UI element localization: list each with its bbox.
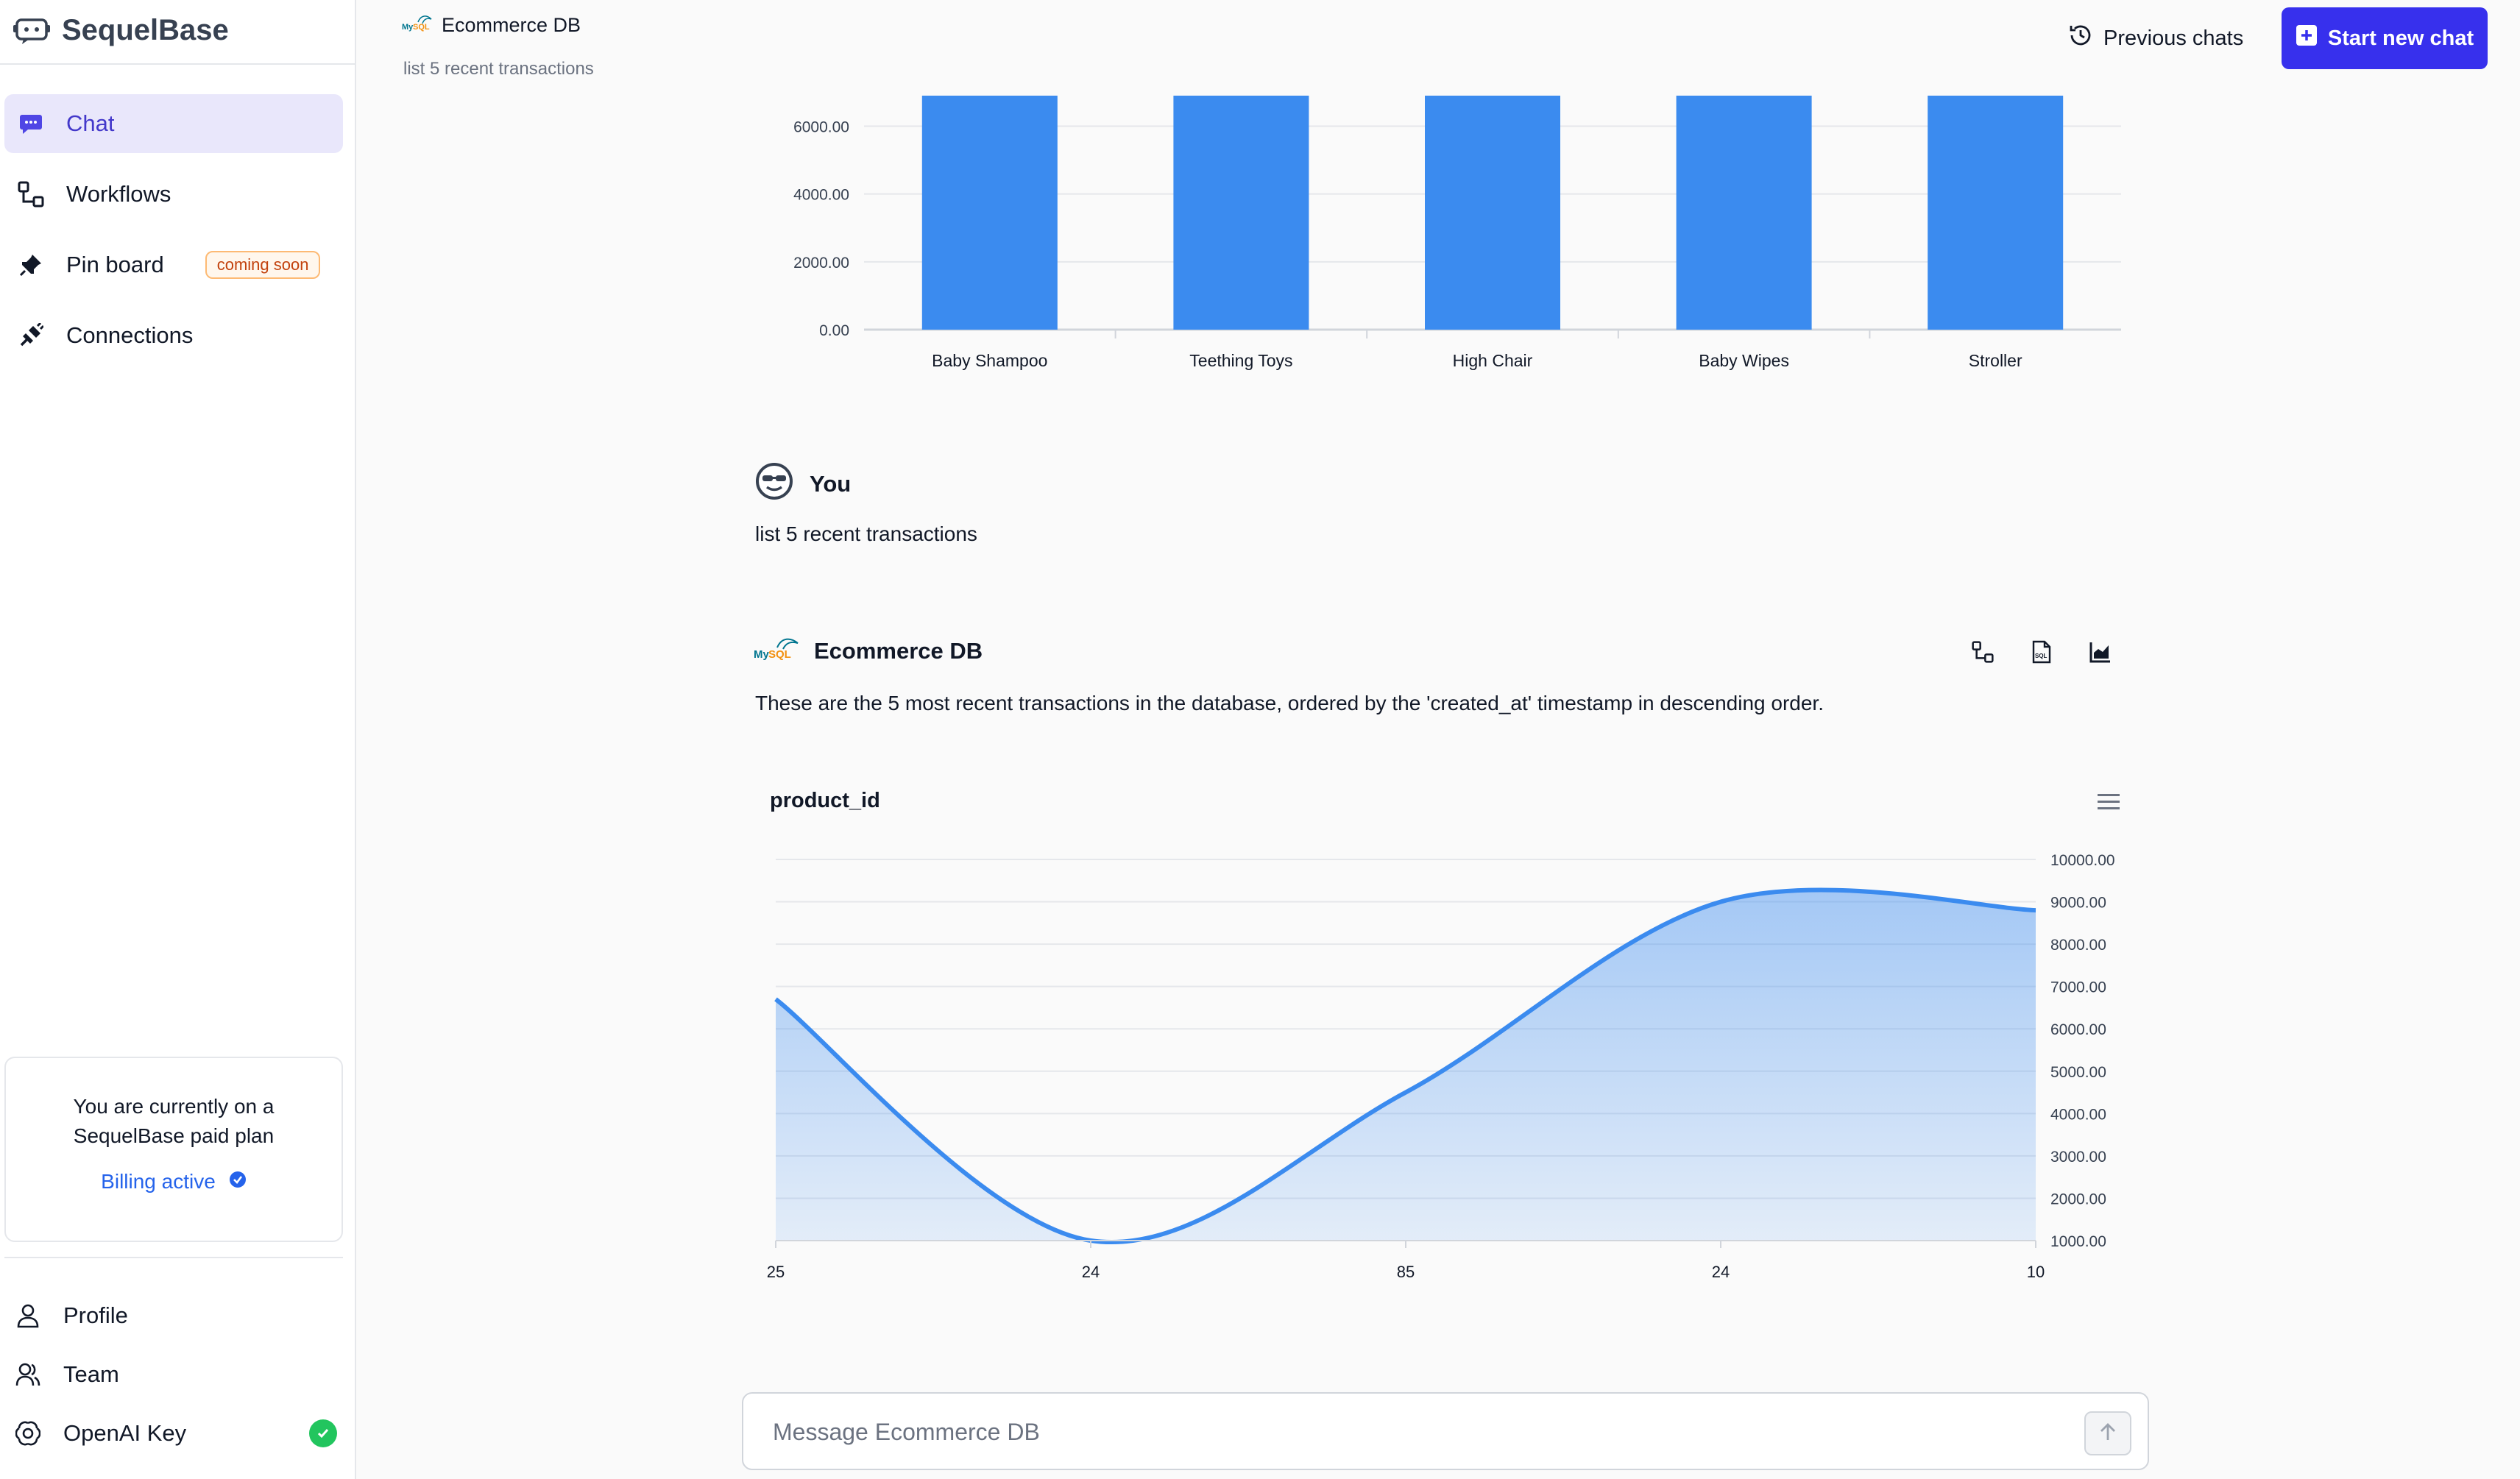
workflow-icon bbox=[16, 180, 46, 209]
plan-text: You are currently on a SequelBase paid p… bbox=[73, 1095, 275, 1147]
history-icon bbox=[2068, 23, 2093, 54]
chat-subtitle: list 5 recent transactions bbox=[403, 59, 594, 79]
x-tick-label: 85 bbox=[1397, 1263, 1415, 1281]
start-new-chat-button[interactable]: Start new chat bbox=[2282, 7, 2488, 69]
bar bbox=[1676, 96, 1812, 330]
x-tick-label: Stroller bbox=[1969, 351, 2022, 370]
assistant-message-header: My SQL Ecommerce DB bbox=[754, 634, 983, 668]
y-tick-label: 6000.00 bbox=[2050, 1021, 2106, 1038]
pin-icon bbox=[16, 250, 46, 280]
sql-file-icon[interactable]: SQL bbox=[2027, 637, 2056, 667]
message-actions: SQL bbox=[1968, 637, 2115, 667]
chart-menu-icon[interactable] bbox=[2096, 790, 2123, 814]
sidebar-item-workflows[interactable]: Workflows bbox=[4, 165, 343, 224]
x-tick-label: Teething Toys bbox=[1189, 351, 1292, 370]
y-tick-label: 7000.00 bbox=[2050, 979, 2106, 996]
previous-chats-button[interactable]: Previous chats bbox=[2068, 16, 2243, 60]
y-tick-label: 4000.00 bbox=[793, 187, 849, 204]
sidebar-item-chat[interactable]: Chat bbox=[4, 94, 343, 153]
y-tick-label: 3000.00 bbox=[2050, 1149, 2106, 1166]
status-ok-icon bbox=[309, 1419, 337, 1447]
x-tick-label: 10 bbox=[2027, 1263, 2045, 1281]
svg-text:SQL: SQL bbox=[413, 23, 430, 32]
sidebar-item-pin-board[interactable]: Pin board coming soon bbox=[4, 235, 343, 294]
bar-chart: 0.00 2000.00 4000.00 6000.00 Baby Shampoo Tee… bbox=[793, 96, 2121, 370]
x-tick-label: 24 bbox=[1712, 1263, 1730, 1281]
sidebar-item-label: Connections bbox=[66, 322, 194, 348]
chat-icon bbox=[16, 109, 46, 138]
chart-title: product_id bbox=[770, 789, 880, 812]
x-tick-label: Baby Shampoo bbox=[932, 351, 1047, 370]
bar bbox=[1173, 96, 1309, 330]
y-tick-label: 8000.00 bbox=[2050, 937, 2106, 954]
billing-link[interactable]: Billing active bbox=[6, 1170, 341, 1194]
verified-check-icon bbox=[229, 1170, 247, 1194]
x-tick-label: 24 bbox=[1082, 1263, 1100, 1281]
coming-soon-badge: coming soon bbox=[205, 251, 321, 279]
y-tick-label: 9000.00 bbox=[2050, 895, 2106, 912]
y-tick-label: 1000.00 bbox=[2050, 1233, 2106, 1250]
x-tick-label: 25 bbox=[767, 1263, 785, 1281]
y-tick-label: 5000.00 bbox=[2050, 1064, 2106, 1081]
y-tick-label: 6000.00 bbox=[793, 118, 849, 135]
divider bbox=[0, 63, 356, 65]
y-tick-label: 4000.00 bbox=[2050, 1106, 2106, 1123]
y-tick-label: 10000.00 bbox=[2050, 852, 2115, 869]
area-chart: 1000.00 2000.00 3000.00 4000.00 5000.00 6000.… bbox=[767, 852, 2115, 1281]
sidebar: SequelBase Chat Workflows Pin board comi… bbox=[0, 0, 356, 1479]
user-avatar-icon bbox=[755, 462, 793, 506]
y-tick-label: 0.00 bbox=[819, 322, 849, 339]
bar bbox=[1425, 96, 1560, 330]
sidebar-item-label: Profile bbox=[63, 1302, 128, 1328]
send-button[interactable] bbox=[2084, 1411, 2131, 1455]
y-tick-label: 2000.00 bbox=[793, 255, 849, 272]
arrow-up-icon bbox=[2098, 1422, 2117, 1446]
db-name: Ecommerce DB bbox=[442, 14, 581, 36]
brand[interactable]: SequelBase bbox=[13, 6, 229, 54]
sidebar-item-label: Team bbox=[63, 1361, 119, 1387]
svg-text:SQL: SQL bbox=[768, 648, 791, 661]
mysql-logo-icon: My SQL bbox=[402, 13, 433, 38]
user-label: You bbox=[810, 471, 852, 497]
sequelbase-logo-icon bbox=[13, 18, 50, 44]
y-tick-label: 2000.00 bbox=[2050, 1191, 2106, 1207]
mysql-logo-icon: My SQL bbox=[754, 634, 801, 668]
svg-text:My: My bbox=[754, 648, 769, 661]
x-tick-label: High Chair bbox=[1453, 351, 1533, 370]
svg-text:SQL: SQL bbox=[2035, 653, 2048, 659]
user-icon bbox=[13, 1301, 43, 1330]
sidebar-item-team[interactable]: Team bbox=[13, 1352, 337, 1397]
message-composer bbox=[742, 1392, 2149, 1470]
area-fill bbox=[776, 890, 2036, 1243]
billing-label: Billing active bbox=[101, 1170, 216, 1193]
sidebar-item-profile[interactable]: Profile bbox=[13, 1294, 337, 1338]
sidebar-item-openai-key[interactable]: OpenAI Key bbox=[13, 1411, 337, 1455]
assistant-message-text: These are the 5 most recent transactions… bbox=[755, 692, 1824, 714]
sidebar-item-label: Pin board bbox=[66, 252, 164, 277]
brand-name: SequelBase bbox=[62, 13, 229, 46]
sidebar-item-label: OpenAI Key bbox=[63, 1420, 187, 1446]
message-input[interactable] bbox=[773, 1410, 2024, 1454]
team-icon bbox=[13, 1360, 43, 1389]
plus-square-icon bbox=[2296, 24, 2318, 52]
sidebar-item-connections[interactable]: Connections bbox=[4, 306, 343, 365]
plan-card: You are currently on a SequelBase paid p… bbox=[4, 1057, 343, 1242]
sidebar-item-label: Chat bbox=[66, 110, 115, 136]
workflow-icon[interactable] bbox=[1968, 637, 1997, 667]
start-new-chat-label: Start new chat bbox=[2327, 26, 2474, 50]
sidebar-item-label: Workflows bbox=[66, 181, 171, 207]
bar bbox=[921, 96, 1058, 330]
user-message-text: list 5 recent transactions bbox=[755, 522, 977, 545]
chart-icon[interactable] bbox=[2086, 637, 2115, 667]
plug-icon bbox=[16, 321, 46, 350]
svg-text:My: My bbox=[402, 23, 414, 32]
bar bbox=[1928, 96, 2064, 330]
assistant-label: Ecommerce DB bbox=[814, 638, 983, 664]
x-tick-label: Baby Wipes bbox=[1699, 351, 1789, 370]
db-selector[interactable]: My SQL Ecommerce DB bbox=[402, 13, 581, 38]
previous-chats-label: Previous chats bbox=[2103, 26, 2244, 50]
user-message-header: You bbox=[755, 462, 851, 506]
divider bbox=[4, 1257, 343, 1258]
openai-icon bbox=[13, 1419, 43, 1448]
